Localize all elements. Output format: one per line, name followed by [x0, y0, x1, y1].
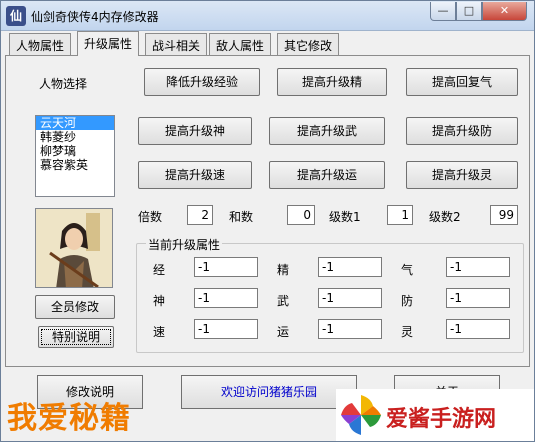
lower-exp-button[interactable]: 降低升级经验: [144, 68, 260, 96]
attr-field-qi[interactable]: -1: [446, 257, 510, 277]
raise-qi-button[interactable]: 提高回复气: [406, 68, 518, 96]
attr-field-shen[interactable]: -1: [194, 288, 258, 308]
raise-su-button[interactable]: 提高升级速: [138, 161, 252, 189]
portrait-image: [36, 209, 112, 287]
maximize-button[interactable]: □: [456, 2, 482, 21]
tab-upgrade-attrs[interactable]: 升级属性: [77, 31, 140, 56]
attr-field-yun[interactable]: -1: [318, 319, 382, 339]
window-title: 仙剑奇侠传4内存修改器: [31, 10, 159, 24]
sum-field[interactable]: 0: [287, 205, 315, 225]
visit-site-text: 欢迎访问猪猪乐园: [220, 385, 317, 399]
current-attrs-title: 当前升级属性: [146, 236, 223, 253]
character-listbox[interactable]: 云天河 韩菱纱 柳梦璃 慕容紫英: [35, 115, 115, 197]
app-icon: 仙: [6, 6, 26, 26]
sum-label: 和数: [229, 210, 254, 224]
pinwheel-logo-icon: [341, 395, 381, 435]
visit-site-link[interactable]: 欢迎访问猪猪乐园: [181, 375, 357, 409]
attr-label-qi: 气: [401, 263, 414, 277]
minimize-button[interactable]: —: [430, 2, 456, 21]
all-modify-button[interactable]: 全员修改: [35, 295, 115, 319]
attr-label-jing-exp: 经: [153, 263, 166, 277]
character-portrait: [35, 208, 113, 288]
attr-label-su: 速: [153, 325, 166, 339]
level2-label: 级数2: [429, 210, 461, 224]
raise-yun-button[interactable]: 提高升级运: [269, 161, 385, 189]
attr-field-jing[interactable]: -1: [318, 257, 382, 277]
raise-ling-button[interactable]: 提高升级灵: [406, 161, 518, 189]
watermark-right-text: 爱酱手游网: [386, 407, 497, 432]
title-bar: 仙 仙剑奇侠传4内存修改器 — □ ✕: [1, 1, 534, 31]
tab-character-attrs[interactable]: 人物属性: [9, 33, 72, 55]
attr-field-su[interactable]: -1: [194, 319, 258, 339]
list-item[interactable]: 云天河: [36, 116, 114, 130]
attr-field-wu[interactable]: -1: [318, 288, 382, 308]
raise-wu-button[interactable]: 提高升级武: [269, 117, 385, 145]
attr-field-fang[interactable]: -1: [446, 288, 510, 308]
attr-label-jing: 精: [277, 263, 290, 277]
attr-label-fang: 防: [401, 294, 414, 308]
attr-label-shen: 神: [153, 294, 166, 308]
watermark-right: 爱酱手游网: [336, 389, 534, 441]
tab-enemy-attrs[interactable]: 敌人属性: [209, 33, 272, 55]
raise-shen-button[interactable]: 提高升级神: [138, 117, 252, 145]
multiplier-field[interactable]: 2: [187, 205, 213, 225]
tab-battle[interactable]: 战斗相关: [145, 33, 208, 55]
watermark-left: 我爱秘籍: [7, 401, 131, 436]
app-window: 仙 仙剑奇侠传4内存修改器 — □ ✕ 人物属性 升级属性 战斗相关 敌人属性 …: [0, 0, 535, 442]
list-item[interactable]: 柳梦璃: [36, 144, 114, 158]
tab-other-mods[interactable]: 其它修改: [277, 33, 340, 55]
attr-label-yun: 运: [277, 325, 290, 339]
attr-field-jing-exp[interactable]: -1: [194, 257, 258, 277]
level1-label: 级数1: [329, 210, 361, 224]
special-note-button[interactable]: 特别说明: [38, 326, 114, 348]
close-button[interactable]: ✕: [482, 2, 527, 21]
list-item[interactable]: 韩菱纱: [36, 130, 114, 144]
list-item[interactable]: 慕容紫英: [36, 158, 114, 172]
raise-fang-button[interactable]: 提高升级防: [406, 117, 518, 145]
level1-field[interactable]: 1: [387, 205, 413, 225]
attr-label-wu: 武: [277, 294, 290, 308]
character-select-label: 人物选择: [39, 77, 88, 91]
attr-field-ling[interactable]: -1: [446, 319, 510, 339]
attr-label-ling: 灵: [401, 325, 414, 339]
multiplier-label: 倍数: [138, 210, 163, 224]
level2-field[interactable]: 99: [490, 205, 518, 225]
raise-jing-button[interactable]: 提高升级精: [277, 68, 387, 96]
